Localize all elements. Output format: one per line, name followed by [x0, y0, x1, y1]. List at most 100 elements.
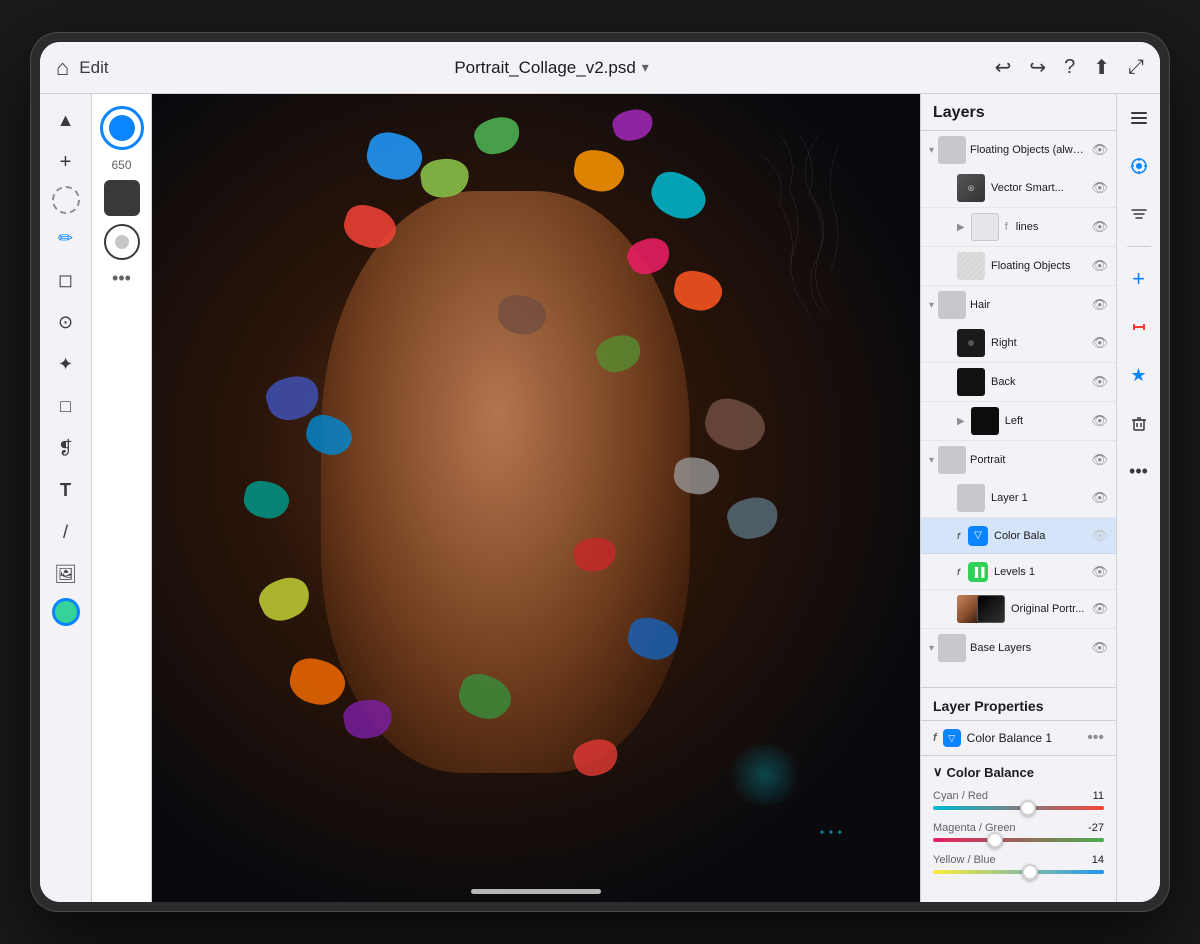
brush-more-button[interactable]: •••: [112, 268, 131, 289]
group-thumb: [938, 291, 966, 319]
layer-left[interactable]: ▶ Left 👁: [921, 402, 1116, 441]
yellow-blue-label: Yellow / Blue: [933, 854, 996, 866]
cyan-red-track[interactable]: [933, 806, 1104, 810]
liquefy-tool[interactable]: ❡: [48, 430, 84, 466]
cyan-red-slider-row: Cyan / Red 11: [933, 790, 1104, 810]
layer-vector-smart[interactable]: ⊗ Vector Smart... 👁: [921, 169, 1116, 208]
blending-mode[interactable]: [104, 224, 140, 260]
color-balance-title: Color Balance: [947, 765, 1034, 780]
color-balance-section: ∨ Color Balance Cyan / Red 11: [921, 756, 1116, 894]
transform-tool[interactable]: □: [48, 388, 84, 424]
line-tool[interactable]: /: [48, 514, 84, 550]
visibility-icon[interactable]: 👁: [1091, 413, 1108, 429]
visibility-icon[interactable]: 👁: [1091, 601, 1108, 617]
layers-header: Layers: [921, 94, 1116, 131]
magenta-green-track[interactable]: [933, 838, 1104, 842]
layers-list[interactable]: ▾ Floating Objects (alway... 👁 ⊗ Vector …: [921, 131, 1116, 687]
visibility-icon[interactable]: 👁: [1091, 258, 1108, 274]
cyan-red-label: Cyan / Red: [933, 790, 988, 802]
far-right-panel: + ★: [1116, 94, 1160, 902]
home-button[interactable]: ⌂: [56, 55, 69, 81]
layer-color-balance[interactable]: f ▽ Color Bala 👁: [921, 518, 1116, 554]
home-indicator: [471, 889, 601, 894]
color-swatch-dark[interactable]: [104, 180, 140, 216]
collapse-chevron-icon[interactable]: ∨: [933, 764, 943, 780]
type-tool[interactable]: T: [48, 472, 84, 508]
visibility-icon[interactable]: 👁: [1091, 452, 1108, 468]
magenta-green-thumb[interactable]: [987, 832, 1003, 848]
brush-tool[interactable]: ✏: [48, 220, 84, 256]
cyan-red-thumb[interactable]: [1020, 800, 1036, 816]
share-icon[interactable]: ⬆: [1093, 55, 1110, 80]
visibility-icon[interactable]: 👁: [1091, 564, 1108, 580]
visibility-icon[interactable]: 👁: [1091, 490, 1108, 506]
layer-back[interactable]: Back 👁: [921, 363, 1116, 402]
layer-thumb: [971, 407, 999, 435]
yellow-blue-track[interactable]: [933, 870, 1104, 874]
layers-panel-button[interactable]: [1123, 102, 1155, 134]
layer-original-portrait[interactable]: Original Portr... 👁: [921, 590, 1116, 629]
left-toolbar: ▲ + ✏ ◻ ⊙ ✦ □ ❡ T / 🖼: [40, 94, 92, 902]
layer-name: Layer 1: [991, 492, 1085, 504]
layer-name: lines: [1016, 221, 1086, 233]
visibility-icon[interactable]: 👁: [1091, 180, 1108, 196]
visibility-icon[interactable]: 👁: [1091, 335, 1108, 351]
device-frame: ⌂ Edit Portrait_Collage_v2.psd ▾ ↩ ↪ ? ⬆…: [30, 32, 1170, 912]
visibility-icon[interactable]: 👁: [1091, 528, 1108, 544]
canvas-area[interactable]: ✦ ✦ ✦: [152, 94, 920, 902]
link-layer-button[interactable]: [1123, 311, 1155, 343]
visibility-icon[interactable]: 👁: [1091, 142, 1108, 158]
star-button[interactable]: ★: [1123, 359, 1155, 391]
expand-icon: ▶: [957, 222, 965, 233]
visibility-icon[interactable]: 👁: [1091, 219, 1108, 235]
group-hair[interactable]: ▾ Hair 👁: [921, 286, 1116, 324]
title-chevron-icon[interactable]: ▾: [642, 59, 649, 76]
eraser-tool[interactable]: ◻: [48, 262, 84, 298]
group-floating-objects[interactable]: ▾ Floating Objects (alway... 👁: [921, 131, 1116, 169]
visibility-icon[interactable]: 👁: [1091, 297, 1108, 313]
group-thumb: [938, 446, 966, 474]
help-icon[interactable]: ?: [1064, 56, 1075, 79]
fullscreen-icon[interactable]: ⤢: [1128, 56, 1144, 79]
add-tool[interactable]: +: [48, 144, 84, 180]
adjustments-panel-button[interactable]: [1123, 150, 1155, 182]
group-portrait[interactable]: ▾ Portrait 👁: [921, 441, 1116, 479]
heal-tool[interactable]: ✦: [48, 346, 84, 382]
layer-name: Back: [991, 376, 1085, 388]
props-layer-name: Color Balance 1: [967, 731, 1082, 745]
more-options-button[interactable]: •••: [1087, 729, 1104, 747]
magenta-green-value: -27: [1088, 822, 1104, 834]
top-bar-center: Portrait_Collage_v2.psd ▾: [121, 58, 983, 78]
color-swatch[interactable]: [52, 598, 80, 626]
undo-icon[interactable]: ↩: [995, 55, 1012, 80]
layer-lines[interactable]: ▶ f lines 👁: [921, 208, 1116, 247]
more-layers-button[interactable]: •••: [1123, 455, 1155, 487]
cyan-red-value: 11: [1093, 790, 1104, 802]
redo-icon[interactable]: ↪: [1029, 55, 1046, 80]
fx-badge: f: [957, 567, 960, 577]
yellow-blue-value: 14: [1092, 854, 1104, 866]
marquee-tool[interactable]: [52, 186, 80, 214]
add-layer-button[interactable]: +: [1123, 263, 1155, 295]
stamp-tool[interactable]: ⊙: [48, 304, 84, 340]
delete-layer-button[interactable]: [1123, 407, 1155, 439]
edit-label[interactable]: Edit: [79, 58, 108, 78]
visibility-icon[interactable]: 👁: [1091, 640, 1108, 656]
filters-panel-button[interactable]: [1123, 198, 1155, 230]
brush-preview[interactable]: [100, 106, 144, 150]
layer-thumb: ⊗: [957, 174, 985, 202]
image-tool[interactable]: 🖼: [48, 556, 84, 592]
layer-right[interactable]: Right 👁: [921, 324, 1116, 363]
visibility-icon[interactable]: 👁: [1091, 374, 1108, 390]
top-bar-right: ↩ ↪ ? ⬆ ⤢: [995, 55, 1144, 80]
layer-floating-objects[interactable]: Floating Objects 👁: [921, 247, 1116, 286]
layer-layer1[interactable]: Layer 1 👁: [921, 479, 1116, 518]
layer-levels[interactable]: f ▐▐ Levels 1 👁: [921, 554, 1116, 590]
layer-thumb: [957, 368, 985, 396]
layer-mask-thumb: [977, 595, 1005, 623]
slider-labels: Magenta / Green -27: [933, 822, 1104, 834]
yellow-blue-thumb[interactable]: [1022, 864, 1038, 880]
group-base-layers[interactable]: ▾ Base Layers 👁: [921, 629, 1116, 667]
group-name: Portrait: [970, 454, 1087, 466]
select-tool[interactable]: ▲: [48, 102, 84, 138]
